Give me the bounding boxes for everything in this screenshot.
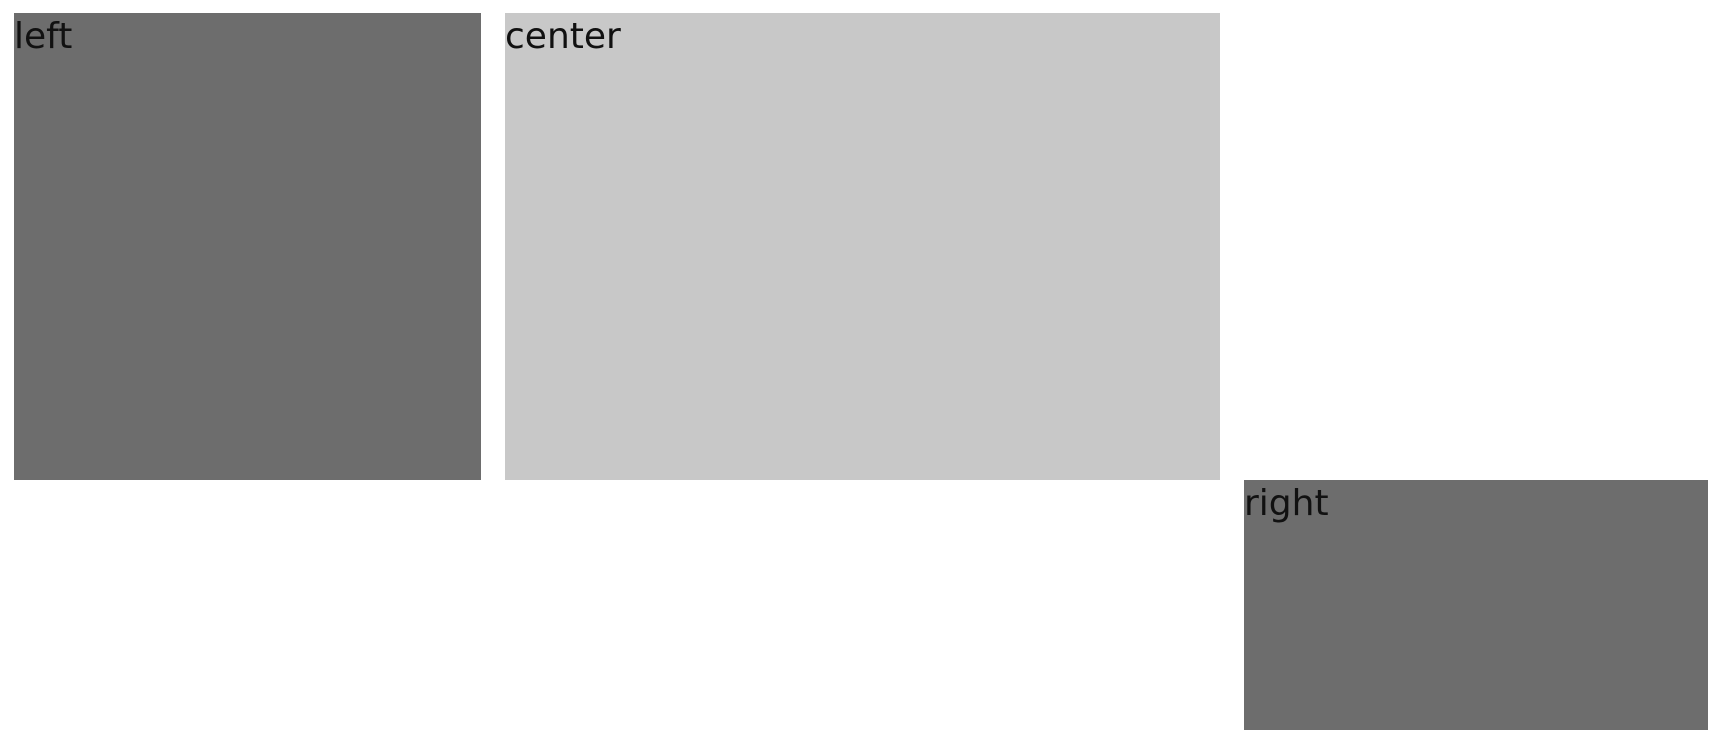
center-panel: center (505, 13, 1220, 480)
left-panel-label: left (14, 16, 73, 57)
right-panel-label: right (1244, 483, 1329, 524)
left-panel: left (14, 13, 481, 480)
center-panel-label: center (505, 16, 621, 57)
right-panel: right (1244, 480, 1708, 730)
